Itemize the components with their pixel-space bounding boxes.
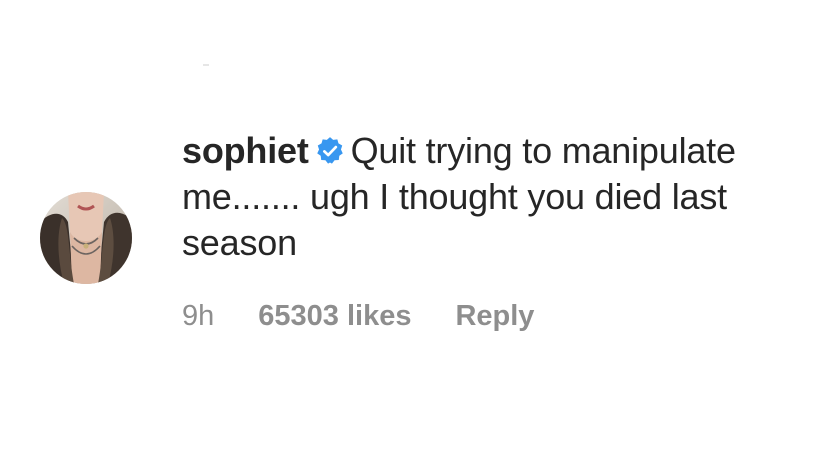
verified-badge-icon	[315, 136, 345, 166]
comment-text-block: sophiet Quit trying to manipulate me.....…	[182, 128, 782, 266]
avatar-image	[40, 192, 132, 284]
background-speck	[203, 64, 209, 66]
reply-button[interactable]: Reply	[455, 300, 534, 333]
comment-body: sophiet Quit trying to manipulate me.....…	[182, 128, 782, 333]
likes-count-button[interactable]: 65303 likes	[258, 300, 411, 333]
avatar[interactable]	[40, 192, 132, 284]
username-link[interactable]: sophiet	[182, 130, 309, 171]
comment-timestamp[interactable]: 9h	[182, 300, 214, 333]
comment-meta-row: 9h 65303 likes Reply	[182, 300, 782, 333]
comment-row: sophiet Quit trying to manipulate me.....…	[40, 128, 800, 358]
